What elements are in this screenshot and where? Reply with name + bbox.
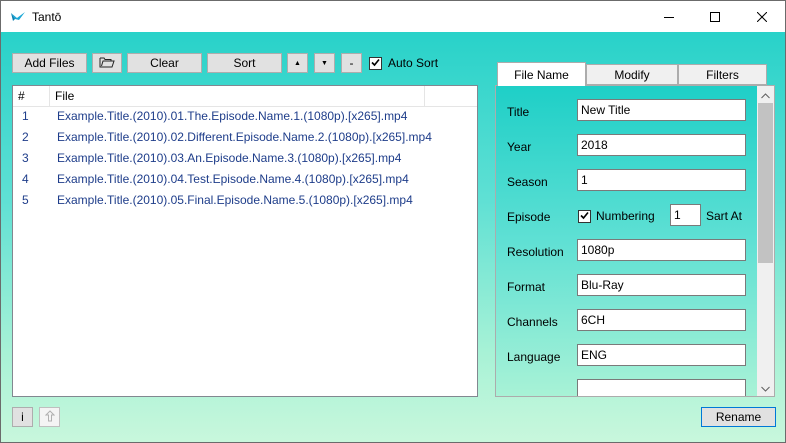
auto-sort-label[interactable]: Auto Sort <box>388 56 438 70</box>
year-label: Year <box>507 140 532 154</box>
rename-button[interactable]: Rename <box>701 407 776 427</box>
list-item[interactable]: 3 Example.Title.(2010).03.An.Episode.Nam… <box>13 148 477 169</box>
season-label: Season <box>507 175 548 189</box>
channels-label: Channels <box>507 315 558 329</box>
episode-label: Episode <box>507 210 551 224</box>
app-logo-icon <box>10 9 26 25</box>
numbering-checkbox[interactable] <box>578 210 591 223</box>
scroll-down-button[interactable] <box>757 379 774 396</box>
season-field[interactable]: 1 <box>577 169 746 191</box>
add-files-button[interactable]: Add Files <box>12 53 87 73</box>
row-file-name: Example.Title.(2010).05.Final.Episode.Na… <box>57 193 413 207</box>
title-bar: Tantō <box>1 1 785 32</box>
file-list-header: # File <box>13 86 477 107</box>
column-header-file[interactable]: File <box>50 86 424 106</box>
sort-button[interactable]: Sort <box>207 53 282 73</box>
info-button[interactable]: i <box>12 407 33 427</box>
scroll-up-button[interactable] <box>757 86 774 103</box>
episode-start-field[interactable]: 1 <box>670 204 701 226</box>
list-item[interactable]: 1 Example.Title.(2010).01.The.Episode.Na… <box>13 106 477 127</box>
row-file-name: Example.Title.(2010).02.Different.Episod… <box>57 130 432 144</box>
file-name-panel: Title New Title Year 2018 Season 1 Episo… <box>495 85 775 397</box>
open-folder-button[interactable] <box>92 53 122 73</box>
resolution-label: Resolution <box>507 245 564 259</box>
list-item[interactable]: 5 Example.Title.(2010).05.Final.Episode.… <box>13 190 477 211</box>
chevron-up-icon <box>761 88 770 102</box>
row-number: 3 <box>22 151 29 165</box>
tab-filters[interactable]: Filters <box>678 64 767 85</box>
title-field[interactable]: New Title <box>577 99 746 121</box>
remove-button[interactable]: - <box>341 53 362 73</box>
tab-file-name[interactable]: File Name <box>497 62 586 86</box>
scrollbar-thumb[interactable] <box>758 103 773 263</box>
maximize-button[interactable] <box>692 1 738 32</box>
minimize-icon <box>664 12 674 22</box>
list-item[interactable]: 4 Example.Title.(2010).04.Test.Episode.N… <box>13 169 477 190</box>
window-title: Tantō <box>32 10 62 24</box>
upload-arrow-icon <box>44 409 55 425</box>
column-divider[interactable] <box>424 86 425 106</box>
column-header-number[interactable]: # <box>13 86 49 106</box>
language-field[interactable]: ENG <box>577 344 746 366</box>
partial-next-field[interactable] <box>577 379 746 396</box>
language-label: Language <box>507 350 561 364</box>
checkmark-icon <box>370 57 381 71</box>
channels-field[interactable]: 6CH <box>577 309 746 331</box>
upload-button[interactable] <box>39 407 60 427</box>
format-label: Format <box>507 280 546 294</box>
list-item[interactable]: 2 Example.Title.(2010).02.Different.Epis… <box>13 127 477 148</box>
close-button[interactable] <box>739 1 785 32</box>
close-icon <box>757 11 767 22</box>
resolution-field[interactable]: 1080p <box>577 239 746 261</box>
row-file-name: Example.Title.(2010).04.Test.Episode.Nam… <box>57 172 409 186</box>
row-file-name: Example.Title.(2010).01.The.Episode.Name… <box>57 109 408 123</box>
file-list[interactable]: # File 1 Example.Title.(2010).01.The.Epi… <box>12 85 478 397</box>
minimize-button[interactable] <box>646 1 692 32</box>
move-down-button[interactable]: ▼ <box>314 53 335 73</box>
row-file-name: Example.Title.(2010).03.An.Episode.Name.… <box>57 151 402 165</box>
panel-scrollbar[interactable] <box>757 86 774 396</box>
move-up-button[interactable]: ▲ <box>287 53 308 73</box>
year-field[interactable]: 2018 <box>577 134 746 156</box>
numbering-label[interactable]: Numbering <box>596 209 655 223</box>
row-number: 5 <box>22 193 29 207</box>
auto-sort-checkbox[interactable] <box>369 57 382 70</box>
row-number: 1 <box>22 109 29 123</box>
app-window: Tantō Add Files Clear Sort ▲ ▼ - Auto So… <box>0 0 786 443</box>
sart-at-label: Sart At <box>706 209 743 223</box>
clear-button[interactable]: Clear <box>127 53 202 73</box>
title-label: Title <box>507 105 530 119</box>
tab-modify[interactable]: Modify <box>586 64 678 85</box>
row-number: 4 <box>22 172 29 186</box>
format-field[interactable]: Blu-Ray <box>577 274 746 296</box>
maximize-icon <box>710 11 720 22</box>
checkmark-icon <box>579 210 590 224</box>
row-number: 2 <box>22 130 29 144</box>
folder-icon <box>99 56 115 71</box>
chevron-down-icon <box>761 381 770 395</box>
